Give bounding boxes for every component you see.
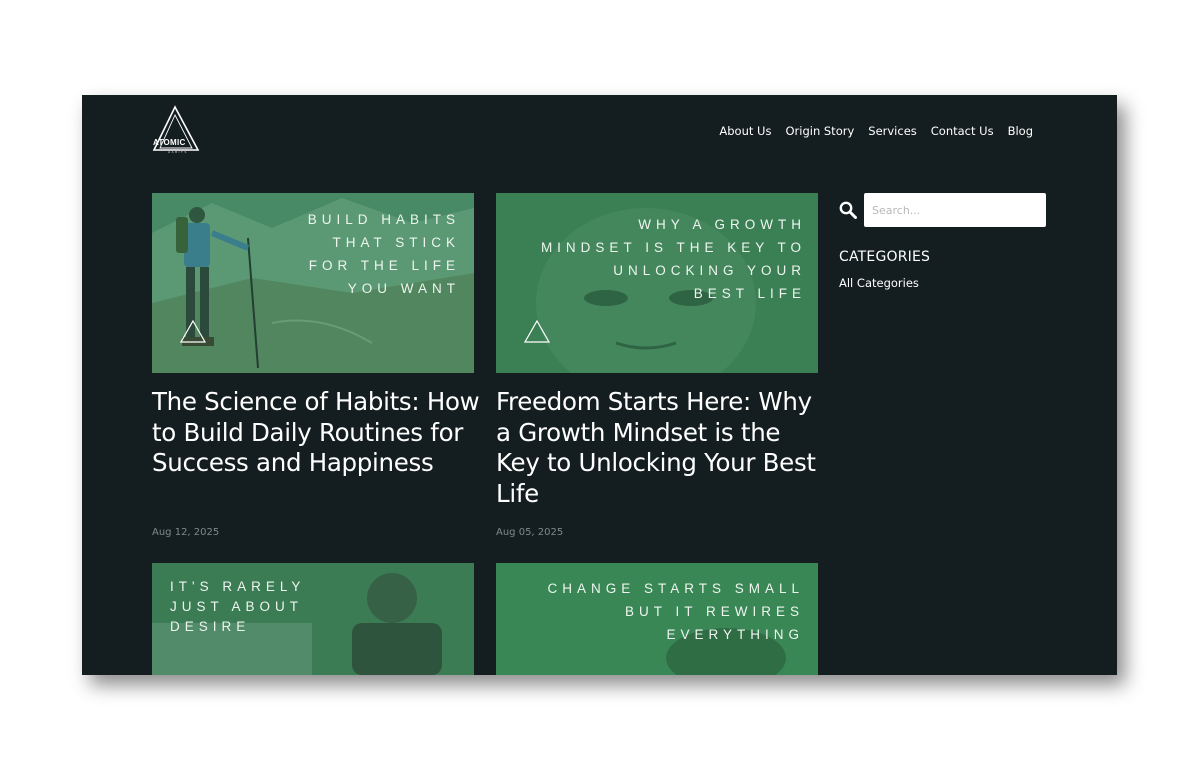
watermark-logo-icon <box>180 320 206 343</box>
nav-blog[interactable]: Blog <box>1008 124 1033 138</box>
nav-contact-us[interactable]: Contact Us <box>931 124 994 138</box>
image-text-line: EVERYTHING <box>666 627 804 642</box>
post-image-growth-mindset[interactable]: WHY A GROWTH MINDSET IS THE KEY TO UNLOC… <box>496 193 818 373</box>
logo-subtext: HABITS <box>168 150 188 154</box>
image-text-line: WHY A GROWTH <box>638 217 806 232</box>
image-text-line: CHANGE STARTS SMALL <box>547 581 804 596</box>
post-title[interactable]: Freedom Starts Here: Why a Growth Mindse… <box>496 387 826 509</box>
image-text-line: BEST LIFE <box>693 286 806 301</box>
post-image-habits[interactable]: BUILD HABITS THAT STICK FOR THE LIFE YOU… <box>152 193 474 373</box>
categories-heading: CATEGORIES <box>839 249 931 265</box>
image-text-line: BUILD HABITS <box>307 212 460 227</box>
nav-services[interactable]: Services <box>868 124 917 138</box>
post-image-desire[interactable]: IT'S RARELY JUST ABOUT DESIRE <box>152 563 474 675</box>
image-text-line: IT'S RARELY <box>170 579 306 594</box>
image-text-line: MINDSET IS THE KEY TO <box>540 240 806 255</box>
image-text-line: THAT STICK <box>332 235 460 250</box>
logo-wordmark: ATOMIC <box>153 138 186 147</box>
image-text-line: BUT IT REWIRES <box>624 604 804 619</box>
watermark-logo-icon <box>524 320 550 343</box>
post-image-change[interactable]: CHANGE STARTS SMALL BUT IT REWIRES EVERY… <box>496 563 818 675</box>
main-nav: About Us Origin Story Services Contact U… <box>719 124 1033 138</box>
post-image-text: IT'S RARELY JUST ABOUT DESIRE <box>170 577 305 637</box>
search-input[interactable] <box>864 193 1046 227</box>
image-text-line: JUST ABOUT <box>170 599 304 614</box>
image-text-line: YOU WANT <box>347 281 460 296</box>
browser-page: ATOMIC HABITS About Us Origin Story Serv… <box>82 95 1117 675</box>
post-image-text: BUILD HABITS THAT STICK FOR THE LIFE YOU… <box>308 208 460 300</box>
image-text-line: UNLOCKING YOUR <box>613 263 806 278</box>
post-title[interactable]: The Science of Habits: How to Build Dail… <box>152 387 482 479</box>
all-categories-link[interactable]: All Categories <box>839 276 919 290</box>
post-image-text: WHY A GROWTH MINDSET IS THE KEY TO UNLOC… <box>541 213 806 305</box>
nav-about-us[interactable]: About Us <box>719 124 771 138</box>
post-image-text: CHANGE STARTS SMALL BUT IT REWIRES EVERY… <box>547 577 804 646</box>
post-date: Aug 12, 2025 <box>152 527 220 538</box>
site-logo[interactable]: ATOMIC HABITS <box>152 105 202 159</box>
nav-origin-story[interactable]: Origin Story <box>785 124 854 138</box>
image-text-line: DESIRE <box>170 619 251 634</box>
image-text-line: FOR THE LIFE <box>308 258 460 273</box>
search-icon[interactable] <box>839 201 857 219</box>
post-date: Aug 05, 2025 <box>496 527 564 538</box>
